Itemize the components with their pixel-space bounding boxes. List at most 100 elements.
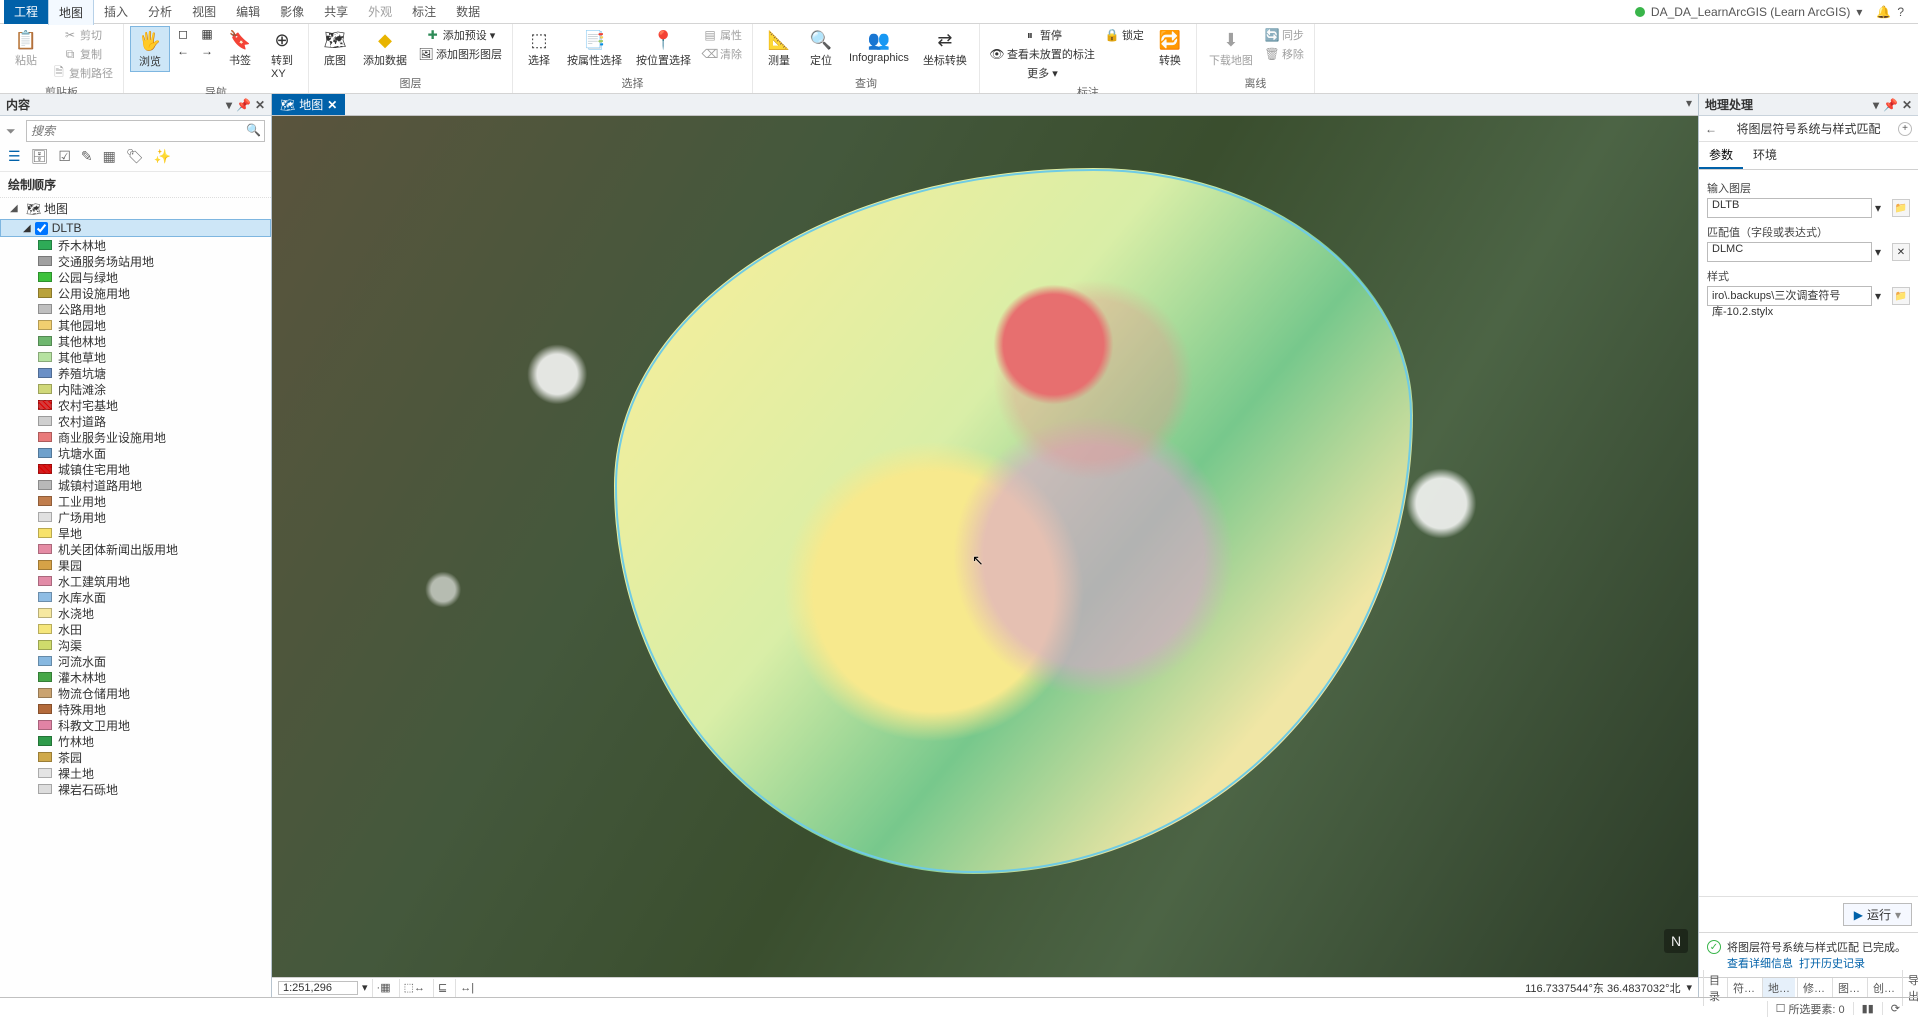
nav-other[interactable]: ▦ xyxy=(196,26,218,42)
scale-tool-1[interactable]: ·▦ xyxy=(372,979,395,997)
style-input[interactable]: iro\.backups\三次调查符号库-10.2.stylx xyxy=(1707,286,1872,306)
toc-by-label-icon[interactable]: 🏷 xyxy=(126,148,144,165)
legend-item[interactable]: 其他草地 xyxy=(0,349,271,365)
sync-offline[interactable]: 🔄同步 xyxy=(1261,26,1308,44)
tab-2[interactable]: 视图 xyxy=(182,0,226,24)
select-button[interactable]: ⬚选择 xyxy=(519,26,559,70)
bookmarks-button[interactable]: 🔖书签 xyxy=(220,26,260,70)
coordconv-button[interactable]: ⇄坐标转换 xyxy=(917,26,973,70)
pane-close-icon[interactable]: ✕ xyxy=(255,98,265,112)
north-arrow-icon[interactable]: N xyxy=(1664,929,1688,953)
legend-item[interactable]: 科教文卫用地 xyxy=(0,717,271,733)
copy-button[interactable]: ⧉复制 xyxy=(48,45,117,63)
toc-by-effect-icon[interactable]: ✨ xyxy=(154,148,171,165)
search-icon[interactable]: 🔍 xyxy=(246,123,261,137)
legend-item[interactable]: 其他林地 xyxy=(0,333,271,349)
tab-0[interactable]: 插入 xyxy=(94,0,138,24)
legend-item[interactable]: 机关团体新闻出版用地 xyxy=(0,541,271,557)
style-browse[interactable]: 📁 xyxy=(1892,287,1910,305)
locate-button[interactable]: 🔍定位 xyxy=(801,26,841,70)
legend-item[interactable]: 城镇住宅用地 xyxy=(0,461,271,477)
infographics-button[interactable]: 👥Infographics xyxy=(843,26,915,66)
status-refresh-icon[interactable]: ⟳ xyxy=(1882,1002,1908,1015)
measure-button[interactable]: 📐测量 xyxy=(759,26,799,70)
toc-by-edit-icon[interactable]: ✎ xyxy=(81,148,93,165)
adddata-button[interactable]: ◆添加数据 xyxy=(357,26,413,70)
legend-item[interactable]: 广场用地 xyxy=(0,509,271,525)
clearsel-button[interactable]: ⌫清除 xyxy=(699,45,746,63)
legend-item[interactable]: 旱地 xyxy=(0,525,271,541)
filter-icon[interactable]: ⏷ xyxy=(6,124,22,139)
scale-readout[interactable]: 1:251,296 xyxy=(278,981,358,995)
toc-search-input[interactable] xyxy=(26,120,265,142)
legend-item[interactable]: 特殊用地 xyxy=(0,701,271,717)
legend-item[interactable]: 竹林地 xyxy=(0,733,271,749)
map-tabs-menu[interactable]: ▾ xyxy=(1680,94,1698,115)
legend-item[interactable]: 果园 xyxy=(0,557,271,573)
legend-item[interactable]: 公路用地 xyxy=(0,301,271,317)
user-account[interactable]: DA_DA_LearnArcGIS (Learn ArcGIS)▾ 🔔 ? xyxy=(1635,5,1914,19)
add-favorite-icon[interactable]: + xyxy=(1898,122,1912,136)
tab-6[interactable]: 外观 xyxy=(358,0,402,24)
open-history-link[interactable]: 打开历史记录 xyxy=(1799,958,1865,970)
legend-item[interactable]: 河流水面 xyxy=(0,653,271,669)
nav-prev[interactable]: ← xyxy=(172,43,194,59)
legend-item[interactable]: 交通服务场站用地 xyxy=(0,253,271,269)
layer-dltb[interactable]: ◢ DLTB xyxy=(0,219,271,237)
tab-3[interactable]: 编辑 xyxy=(226,0,270,24)
download-map[interactable]: ⬇下载地图 xyxy=(1203,26,1259,70)
legend-item[interactable]: 坑塘水面 xyxy=(0,445,271,461)
map-canvas[interactable]: N ↖ xyxy=(272,116,1698,977)
legend-item[interactable]: 水库水面 xyxy=(0,589,271,605)
side-tab-3[interactable]: 修… xyxy=(1797,978,1830,998)
view-details-link[interactable]: 查看详细信息 xyxy=(1727,958,1793,970)
legend-item[interactable]: 茶园 xyxy=(0,749,271,765)
view-unplaced[interactable]: 👁查看未放置的标注 xyxy=(986,45,1099,63)
toc-by-drawing-icon[interactable]: ☰ xyxy=(8,148,21,165)
scale-tool-4[interactable]: ↔| xyxy=(455,979,478,997)
legend-item[interactable]: 内陆滩涂 xyxy=(0,381,271,397)
tab-7[interactable]: 标注 xyxy=(402,0,446,24)
selectbyloc-button[interactable]: 📍按位置选择 xyxy=(630,26,697,70)
explore-button[interactable]: 🖐浏览 xyxy=(130,26,170,72)
legend-item[interactable]: 水工建筑用地 xyxy=(0,573,271,589)
legend-item[interactable]: 裸岩石砾地 xyxy=(0,781,271,797)
basemap-button[interactable]: 🗺底图 xyxy=(315,26,355,70)
tab-map[interactable]: 地图 xyxy=(48,0,94,25)
tab-5[interactable]: 共享 xyxy=(314,0,358,24)
side-tab-1[interactable]: 符… xyxy=(1727,978,1760,998)
tab-1[interactable]: 分析 xyxy=(138,0,182,24)
legend-item[interactable]: 公园与绿地 xyxy=(0,269,271,285)
legend-item[interactable]: 水田 xyxy=(0,621,271,637)
gp-close-icon[interactable]: ✕ xyxy=(1902,98,1912,112)
in-layer-input[interactable]: DLTB xyxy=(1707,198,1872,218)
side-tab-4[interactable]: 图… xyxy=(1832,978,1865,998)
help-icon[interactable]: ? xyxy=(1897,5,1904,19)
convert-labels[interactable]: 🔁转换 xyxy=(1150,26,1190,70)
attrs-button[interactable]: ▤属性 xyxy=(699,26,746,44)
legend-item[interactable]: 养殖坑塘 xyxy=(0,365,271,381)
map-node[interactable]: ◢🗺地图 xyxy=(0,198,271,219)
coord-readout[interactable]: 116.7337544°东 36.4837032°北 xyxy=(1525,980,1680,996)
bell-icon[interactable]: 🔔 xyxy=(1876,5,1891,19)
scale-tool-2[interactable]: ⬚↔ xyxy=(399,979,429,997)
toc-by-snap-icon[interactable]: ▦ xyxy=(103,148,116,165)
nav-next[interactable]: → xyxy=(196,43,218,59)
tab-4[interactable]: 影像 xyxy=(270,0,314,24)
gp-dock-icon[interactable]: ▾ xyxy=(1873,98,1879,112)
selectbyattr-button[interactable]: 📑按属性选择 xyxy=(561,26,628,70)
toc-by-source-icon[interactable]: 🗄 xyxy=(31,148,49,165)
legend-item[interactable]: 其他园地 xyxy=(0,317,271,333)
legend-item[interactable]: 公用设施用地 xyxy=(0,285,271,301)
legend-item[interactable]: 水浇地 xyxy=(0,605,271,621)
gotoxy-button[interactable]: ⊕转到 XY xyxy=(262,26,302,82)
legend-item[interactable]: 商业服务业设施用地 xyxy=(0,429,271,445)
run-button[interactable]: ▶运行▾ xyxy=(1843,903,1912,926)
addgraphics-button[interactable]: 🖼添加图形图层 xyxy=(415,45,506,63)
paste-button[interactable]: 📋粘贴 xyxy=(6,26,46,70)
nav-full[interactable]: ◻ xyxy=(172,26,194,42)
side-tab-2[interactable]: 地… xyxy=(1762,978,1795,998)
side-tab-5[interactable]: 创… xyxy=(1867,978,1900,998)
status-pause-icon[interactable]: ▮▮ xyxy=(1853,1002,1882,1015)
legend-item[interactable]: 沟渠 xyxy=(0,637,271,653)
